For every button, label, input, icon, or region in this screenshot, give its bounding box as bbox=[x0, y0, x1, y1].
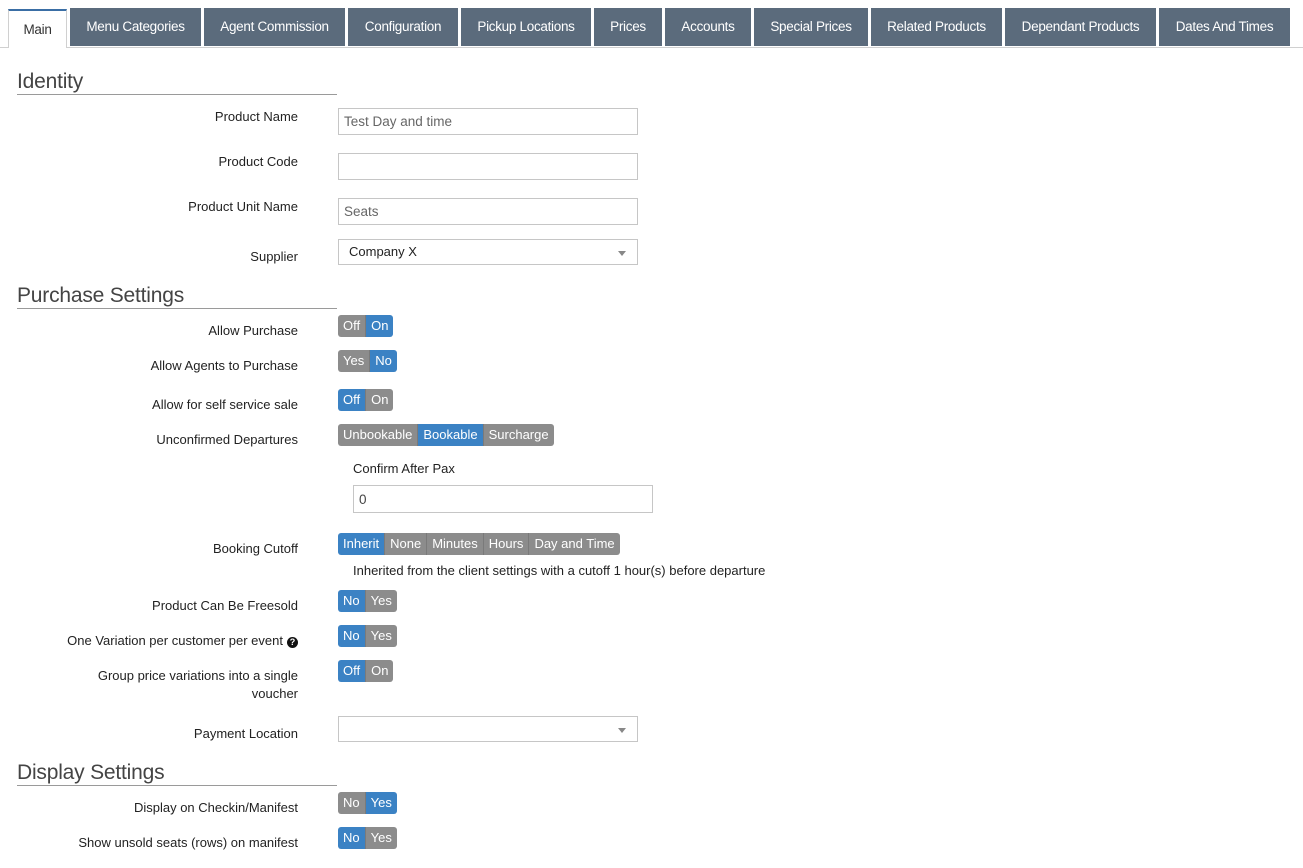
confirm-after-pax-label: Confirm After Pax bbox=[353, 461, 455, 476]
tab-dates-and-times[interactable]: Dates And Times bbox=[1159, 8, 1290, 46]
allow-purchase-off[interactable]: Off bbox=[338, 315, 367, 337]
one-variation-yes[interactable]: Yes bbox=[365, 625, 397, 647]
unsold-seats-toggle: No Yes bbox=[338, 827, 397, 849]
unconfirmed-surcharge[interactable]: Surcharge bbox=[483, 424, 554, 446]
self-service-toggle: Off On bbox=[338, 389, 394, 411]
allow-agents-no[interactable]: No bbox=[370, 350, 397, 372]
supplier-select-value: Company X bbox=[349, 244, 417, 259]
checkin-toggle: No Yes bbox=[338, 792, 397, 814]
tab-pickup-locations[interactable]: Pickup Locations bbox=[461, 8, 591, 46]
tab-bar: Main Menu Categories Agent Commission Co… bbox=[0, 0, 1303, 48]
checkin-label: Display on Checkin/Manifest bbox=[133, 800, 298, 815]
freesold-no[interactable]: No bbox=[338, 590, 366, 612]
confirm-after-pax-input[interactable] bbox=[353, 485, 653, 513]
chevron-down-icon bbox=[618, 728, 626, 733]
unsold-seats-label: Show unsold seats (rows) on manifest bbox=[78, 835, 298, 850]
group-price-off[interactable]: Off bbox=[338, 660, 367, 682]
checkin-no[interactable]: No bbox=[338, 792, 366, 814]
allow-purchase-label: Allow Purchase bbox=[208, 323, 298, 338]
group-price-on[interactable]: On bbox=[366, 660, 394, 682]
unconfirmed-bookable[interactable]: Bookable bbox=[418, 424, 484, 446]
product-unit-name-label: Product Unit Name bbox=[188, 199, 298, 214]
booking-cutoff-minutes[interactable]: Minutes bbox=[427, 533, 484, 555]
unconfirmed-unbookable[interactable]: Unbookable bbox=[338, 424, 419, 446]
tab-main[interactable]: Main bbox=[8, 9, 67, 48]
product-code-label: Product Code bbox=[218, 154, 299, 169]
chevron-down-icon bbox=[618, 251, 626, 256]
booking-cutoff-toggle: Inherit None Minutes Hours Day and Time bbox=[338, 533, 620, 555]
unsold-seats-yes[interactable]: Yes bbox=[365, 827, 397, 849]
freesold-toggle: No Yes bbox=[338, 590, 397, 612]
self-service-on[interactable]: On bbox=[366, 389, 394, 411]
tab-accounts[interactable]: Accounts bbox=[665, 8, 751, 46]
product-name-label: Product Name bbox=[214, 109, 298, 124]
one-variation-label-text: One Variation per customer per event bbox=[67, 633, 283, 648]
product-code-input[interactable] bbox=[338, 153, 638, 180]
tab-dependant-products[interactable]: Dependant Products bbox=[1005, 8, 1156, 46]
booking-cutoff-inherit[interactable]: Inherit bbox=[338, 533, 386, 555]
unconfirmed-departures-label: Unconfirmed Departures bbox=[156, 432, 298, 447]
tab-special-prices[interactable]: Special Prices bbox=[754, 8, 868, 46]
group-price-toggle: Off On bbox=[338, 660, 394, 682]
question-circle-icon[interactable]: ? bbox=[287, 637, 298, 648]
purchase-section-title: Purchase Settings bbox=[17, 284, 337, 309]
allow-purchase-on[interactable]: On bbox=[366, 315, 394, 337]
tab-related-products[interactable]: Related Products bbox=[871, 8, 1002, 46]
allow-agents-label: Allow Agents to Purchase bbox=[150, 358, 298, 373]
unsold-seats-no[interactable]: No bbox=[338, 827, 366, 849]
tab-agent-commission[interactable]: Agent Commission bbox=[204, 8, 345, 46]
booking-cutoff-label: Booking Cutoff bbox=[212, 541, 298, 556]
freesold-yes[interactable]: Yes bbox=[365, 590, 397, 612]
self-service-label: Allow for self service sale bbox=[152, 397, 298, 412]
one-variation-toggle: No Yes bbox=[338, 625, 397, 647]
tab-menu-categories[interactable]: Menu Categories bbox=[70, 8, 201, 46]
checkin-yes[interactable]: Yes bbox=[365, 792, 397, 814]
product-unit-name-input[interactable] bbox=[338, 198, 638, 225]
identity-section-title: Identity bbox=[17, 70, 337, 95]
group-price-label: Group price variations into a single vou… bbox=[97, 668, 298, 701]
booking-cutoff-none[interactable]: None bbox=[385, 533, 428, 555]
display-section-title: Display Settings bbox=[17, 761, 337, 786]
booking-cutoff-hours[interactable]: Hours bbox=[483, 533, 530, 555]
supplier-label: Supplier bbox=[250, 249, 298, 264]
payment-location-label: Payment Location bbox=[193, 726, 298, 741]
allow-purchase-toggle: Off On bbox=[338, 315, 394, 337]
one-variation-no[interactable]: No bbox=[338, 625, 366, 647]
booking-cutoff-day-and-time[interactable]: Day and Time bbox=[529, 533, 620, 555]
supplier-select[interactable]: Company X bbox=[338, 239, 638, 265]
tab-prices[interactable]: Prices bbox=[594, 8, 662, 46]
payment-location-select[interactable] bbox=[338, 716, 638, 742]
booking-cutoff-help: Inherited from the client settings with … bbox=[353, 563, 766, 578]
allow-agents-yes[interactable]: Yes bbox=[338, 350, 371, 372]
one-variation-label: One Variation per customer per event? bbox=[67, 632, 298, 650]
tab-configuration[interactable]: Configuration bbox=[348, 8, 458, 46]
unconfirmed-departures-toggle: Unbookable Bookable Surcharge bbox=[338, 424, 554, 446]
product-name-input[interactable] bbox=[338, 108, 638, 135]
allow-agents-toggle: Yes No bbox=[338, 350, 397, 372]
freesold-label: Product Can Be Freesold bbox=[152, 598, 298, 613]
self-service-off[interactable]: Off bbox=[338, 389, 367, 411]
